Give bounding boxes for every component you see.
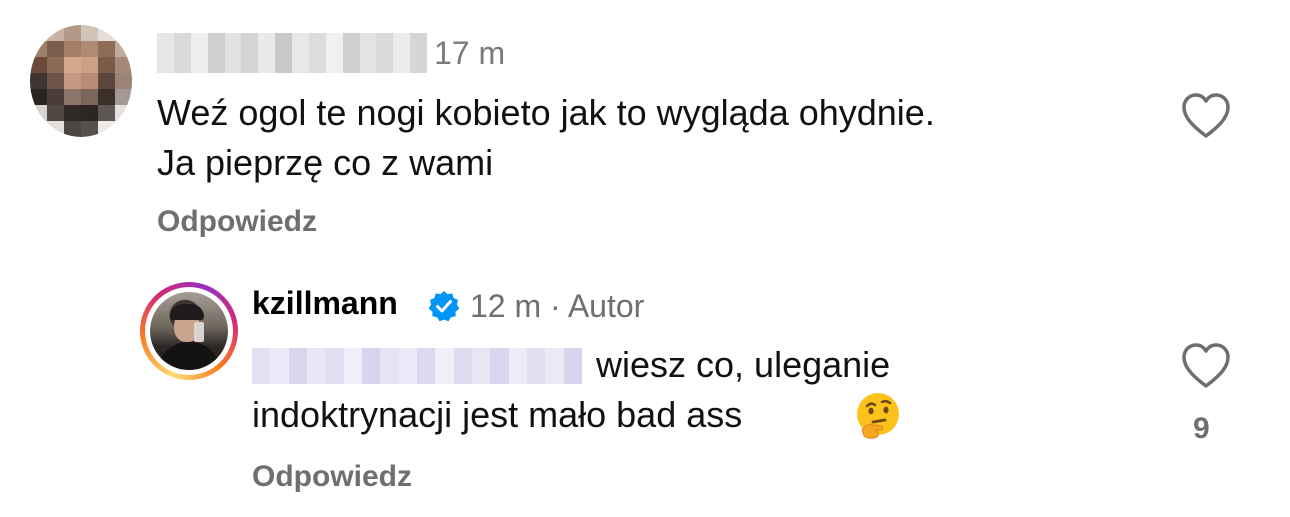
- comment-text: Weź ogol te nogi kobieto jak to wygląda …: [157, 88, 1157, 188]
- reply-comment: kzillmann 12 m · Autor wiesz co, ulegani…: [0, 260, 1290, 517]
- comment-time: 17 m: [434, 35, 506, 71]
- comment-time: 12 m: [470, 288, 542, 324]
- heart-outline-icon[interactable]: [1180, 342, 1232, 390]
- story-ring-avatar[interactable]: [140, 282, 238, 380]
- verified-badge-icon: [428, 291, 460, 322]
- reply-button[interactable]: Odpowiedz: [157, 205, 317, 239]
- pixelated-mention[interactable]: [252, 348, 582, 384]
- username[interactable]: kzillmann: [252, 285, 398, 322]
- like-count[interactable]: 9: [1193, 412, 1210, 446]
- pixelated-username[interactable]: [157, 33, 427, 73]
- pixelated-avatar[interactable]: [30, 25, 132, 137]
- avatar: [150, 292, 228, 370]
- comment-text-line: wiesz co, uleganie: [596, 344, 891, 385]
- heart-outline-icon[interactable]: [1180, 92, 1232, 140]
- comment-meta: 12 m · Autor: [470, 288, 644, 325]
- comment-text-line: Ja pieprzę co z wami: [157, 142, 494, 183]
- author-tag: Autor: [567, 288, 645, 324]
- comment-text-line: indoktrynacji jest mało bad ass: [252, 394, 743, 435]
- comment-text-line: Weź ogol te nogi kobieto jak to wygląda …: [157, 92, 935, 133]
- meta-separator: ·: [550, 288, 561, 324]
- reply-button[interactable]: Odpowiedz: [252, 460, 412, 494]
- thinking-face-emoji: [857, 393, 899, 439]
- comment: 17 m Weź ogol te nogi kobieto jak to wyg…: [0, 0, 1290, 260]
